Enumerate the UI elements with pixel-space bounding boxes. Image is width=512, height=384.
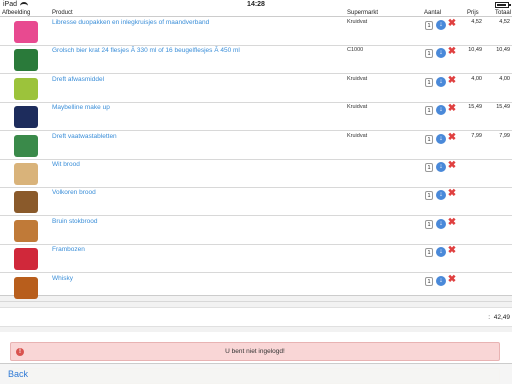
status-bar: iPad 14:28 <box>0 0 512 9</box>
price-value: 15,49 <box>468 104 482 111</box>
white-bread-icon <box>14 163 38 185</box>
update-quantity-icon[interactable]: ↓ <box>436 105 446 116</box>
quantity-field[interactable]: 1 <box>425 276 433 286</box>
delete-icon[interactable]: ✖ <box>447 75 457 86</box>
delete-icon[interactable]: ✖ <box>447 246 457 256</box>
quantity-field[interactable]: 1 <box>425 134 433 144</box>
shopping-list-panel: Afbeelding Product Supermarkt Aantal Pri… <box>0 9 512 302</box>
back-button[interactable]: Back <box>8 369 28 379</box>
total-amount: 42,49 <box>493 314 510 321</box>
quantity-field[interactable]: 1 <box>425 248 433 258</box>
delete-icon[interactable]: ✖ <box>447 189 457 199</box>
quantity-field[interactable]: 1 <box>425 219 433 229</box>
whisky-bottle-icon <box>14 276 38 299</box>
product-link[interactable]: Dreft vaatwastabletten <box>52 133 117 140</box>
table-row: Volkoren brood 1 ↓ ✖ <box>0 188 512 217</box>
update-quantity-icon[interactable]: ↓ <box>436 133 446 144</box>
product-link[interactable]: Whisky <box>52 275 73 282</box>
total-value: 4,52 <box>499 19 510 25</box>
update-quantity-icon[interactable]: ↓ <box>436 247 446 258</box>
table-row: Maybelline make up Kruidvat 1 ↓ ✖ 15,49 15,49 <box>0 103 512 132</box>
price-value: 4,00 <box>471 75 482 82</box>
delete-icon[interactable]: ✖ <box>447 274 457 285</box>
quantity-field[interactable]: 1 <box>425 21 433 30</box>
bottom-toolbar: Back <box>0 363 512 384</box>
dishwasher-tablets-icon <box>14 134 38 157</box>
header-product: Product <box>52 10 73 16</box>
quantity-field[interactable]: 1 <box>425 191 433 201</box>
total-value: 15,49 <box>496 104 510 111</box>
total-value: 4,00 <box>499 75 510 82</box>
total-colon: : <box>488 314 490 321</box>
product-link[interactable]: Frambozen <box>52 246 85 253</box>
header-quantity: Aantal <box>424 10 442 16</box>
table-row: Dreft afwasmiddel Kruidvat 1 ↓ ✖ 4,00 4,00 <box>0 75 512 103</box>
battery-icon <box>495 2 511 8</box>
login-alert: ! U bent niet ingelogd! <box>10 342 500 361</box>
update-quantity-icon[interactable]: ↓ <box>436 275 446 286</box>
delete-icon[interactable]: ✖ <box>447 217 457 228</box>
price-value: 7,99 <box>471 132 482 139</box>
update-quantity-icon[interactable]: ↓ <box>436 48 446 59</box>
quantity-field[interactable]: 1 <box>425 163 433 172</box>
update-quantity-icon[interactable]: ↓ <box>436 76 446 87</box>
quantity-field[interactable]: 1 <box>425 77 433 87</box>
table-row: Dreft vaatwastabletten Kruidvat 1 ↓ ✖ 7,99 7,9… <box>0 132 512 160</box>
product-link[interactable]: Volkoren brood <box>52 189 96 196</box>
table-row: Grolsch bier krat 24 flesjes Ã 330 ml of… <box>0 46 512 75</box>
delete-icon[interactable]: ✖ <box>447 19 457 29</box>
quantity-field[interactable]: 1 <box>425 106 433 116</box>
table-header: Afbeelding Product Supermarkt Aantal Pri… <box>0 9 512 17</box>
wholegrain-bread-icon <box>14 191 38 214</box>
header-image: Afbeelding <box>2 10 31 16</box>
baguette-icon <box>14 219 38 242</box>
delete-icon[interactable]: ✖ <box>447 104 457 114</box>
clock: 14:28 <box>247 1 265 8</box>
total-value: 7,99 <box>499 132 510 139</box>
header-price: Prijs <box>467 10 479 16</box>
store-label: C1000 <box>347 47 364 54</box>
table-row: Wit brood 1 ↓ ✖ <box>0 160 512 188</box>
raspberries-icon <box>14 248 38 271</box>
alert-message: U bent niet ingelogd! <box>225 348 285 355</box>
product-link[interactable]: Bruin stokbrood <box>52 218 98 225</box>
header-total: Totaal <box>495 10 512 16</box>
product-link[interactable]: Dreft afwasmiddel <box>52 76 104 83</box>
price-value: 4,52 <box>471 19 482 25</box>
price-value: 10,49 <box>468 47 482 54</box>
makeup-icon <box>14 106 38 129</box>
store-label: Kruidvat <box>347 104 368 111</box>
store-label: Kruidvat <box>347 132 368 139</box>
delete-icon[interactable]: ✖ <box>447 132 457 143</box>
table-row: Bruin stokbrood 1 ↓ ✖ <box>0 217 512 245</box>
table-row: Frambozen 1 ↓ ✖ <box>0 245 512 274</box>
delete-icon[interactable]: ✖ <box>447 47 457 57</box>
store-label: Kruidvat <box>347 19 368 25</box>
pad-pack-icon <box>14 21 38 43</box>
detergent-bottle-icon <box>14 77 38 100</box>
header-store: Supermarkt <box>347 10 379 16</box>
quantity-field[interactable]: 1 <box>425 49 433 59</box>
update-quantity-icon[interactable]: ↓ <box>436 218 446 229</box>
table-row: Whisky 1 ↓ ✖ <box>0 274 512 302</box>
total-row: : 42,49 <box>0 307 512 327</box>
product-link[interactable]: Libresse duopakken en inlegkruisjes of m… <box>52 19 209 26</box>
product-link[interactable]: Grolsch bier krat 24 flesjes Ã 330 ml of… <box>52 47 240 54</box>
product-link[interactable]: Maybelline make up <box>52 104 110 111</box>
total-value: 10,49 <box>496 47 510 54</box>
store-label: Kruidvat <box>347 75 368 82</box>
delete-icon[interactable]: ✖ <box>447 161 457 171</box>
product-link[interactable]: Wit brood <box>52 161 80 168</box>
beer-crate-icon <box>14 49 38 72</box>
update-quantity-icon[interactable]: ↓ <box>436 190 446 201</box>
update-quantity-icon[interactable]: ↓ <box>436 162 446 172</box>
update-quantity-icon[interactable]: ↓ <box>436 20 446 30</box>
table-row: Libresse duopakken en inlegkruisjes of m… <box>0 18 512 46</box>
